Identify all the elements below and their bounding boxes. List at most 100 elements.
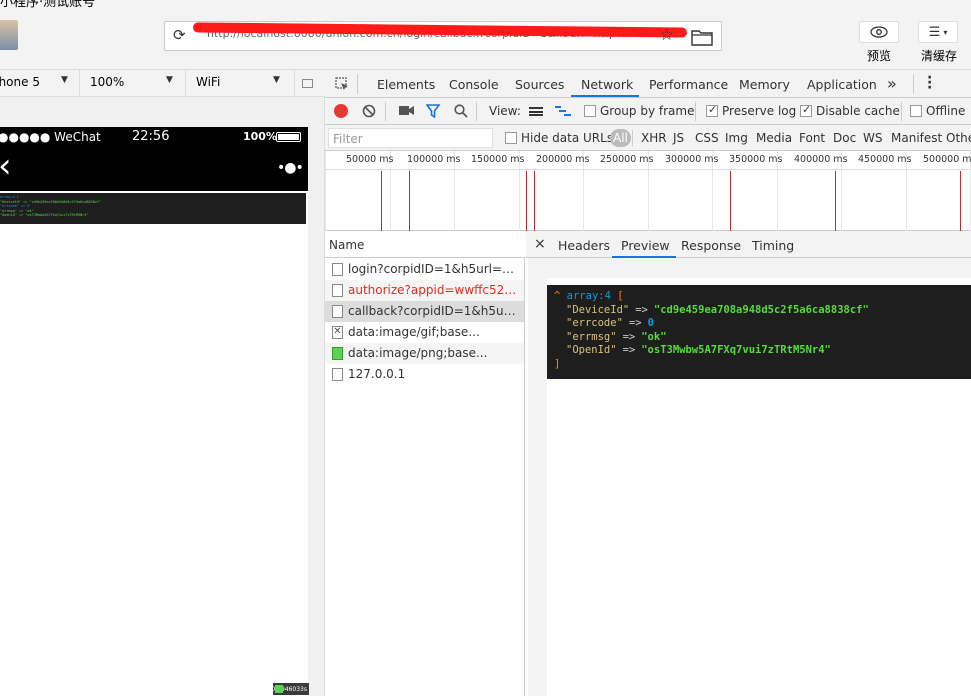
filter-input[interactable]: Filter xyxy=(328,128,493,148)
divider xyxy=(632,130,633,146)
tab-memory[interactable]: Memory xyxy=(739,77,790,92)
carrier-text: ●●●●● WeChat xyxy=(0,130,101,144)
kebab-menu-icon[interactable]: · · · xyxy=(927,71,932,95)
request-name: 127.0.0.1 xyxy=(348,367,406,381)
folder-icon[interactable] xyxy=(691,28,713,46)
clear-cache-label: 清缓存 xyxy=(921,49,958,63)
avatar[interactable] xyxy=(0,20,18,50)
var-dump-output[interactable]: ^ array:4 [ "DeviceId" => "cd9e459ea708a94… xyxy=(547,285,971,379)
waterfall-icon[interactable] xyxy=(555,105,572,118)
request-marker xyxy=(381,171,382,231)
devtools-tabbar: Elements Console Sources Network Perform… xyxy=(325,70,971,98)
window-icon[interactable] xyxy=(302,79,313,88)
request-row[interactable]: 127.0.0.1 xyxy=(325,364,524,385)
preserve-log-checkbox[interactable]: Preserve log xyxy=(706,103,796,118)
filter-type-xhr[interactable]: XHR xyxy=(641,131,667,145)
filter-type-img[interactable]: Img xyxy=(725,131,748,145)
chevron-down-icon[interactable]: ▼ xyxy=(273,75,280,85)
filter-type-media[interactable]: Media xyxy=(756,131,792,145)
tab-preview[interactable]: Preview xyxy=(621,238,670,253)
filter-bar: Filter Hide data URLs All XHR JS CSS Img… xyxy=(325,125,971,151)
preview-button[interactable] xyxy=(859,21,899,43)
request-marker xyxy=(409,171,410,231)
timeline-tick: 100000 ms xyxy=(407,154,461,165)
collapse-caret-icon[interactable]: ^ xyxy=(554,290,560,302)
dump-key: "errcode" xyxy=(566,317,623,329)
clear-icon[interactable] xyxy=(362,104,376,118)
dump-arrow: => xyxy=(628,317,642,329)
hide-data-urls-label: Hide data URLs xyxy=(521,131,614,145)
name-column-header[interactable]: Name xyxy=(329,238,364,252)
group-by-frame-checkbox[interactable]: Group by frame xyxy=(584,104,694,118)
more-tabs-icon[interactable]: » xyxy=(887,74,897,93)
request-row-selected[interactable]: callback?corpidID=1&h5url=h... xyxy=(325,301,524,322)
offline-label: Offline xyxy=(926,104,966,118)
tab-network[interactable]: Network xyxy=(581,77,633,92)
tab-application[interactable]: Application xyxy=(807,77,877,92)
filter-type-other[interactable]: Other xyxy=(946,131,971,145)
divider xyxy=(294,70,295,97)
request-marker xyxy=(730,171,731,231)
timeline-tick: 250000 ms xyxy=(600,154,654,165)
divider xyxy=(913,74,914,94)
close-icon[interactable]: × xyxy=(534,236,546,252)
search-icon[interactable] xyxy=(454,104,468,118)
timeline-tick: 50000 ms xyxy=(346,154,394,165)
filter-type-ws[interactable]: WS xyxy=(863,131,882,145)
layers-icon: ☰ xyxy=(928,24,941,40)
more-icon[interactable]: •●• xyxy=(277,160,304,176)
device-toolbar: iPhone 5 ▼ 100% ▼ WiFi ▼ xyxy=(0,70,325,97)
tab-sources[interactable]: Sources xyxy=(515,77,564,92)
filter-type-font[interactable]: Font xyxy=(799,131,825,145)
request-name: login?corpidID=1&h5url=http:... xyxy=(348,262,520,276)
status-bar: ●●●●● WeChat 22:56 100% xyxy=(0,127,308,147)
disable-cache-label: Disable cache xyxy=(816,104,900,118)
refresh-icon[interactable]: ⟳ xyxy=(173,26,186,44)
timeline-tick: 400000 ms xyxy=(794,154,848,165)
disable-cache-checkbox[interactable]: Disable cache xyxy=(800,103,900,118)
preview-content: ^ array:4 [ "DeviceId" => "cd9e459ea708a94… xyxy=(547,278,971,696)
filter-type-all[interactable]: All xyxy=(610,129,631,147)
zoom-select[interactable]: 100% xyxy=(90,75,124,89)
close-bracket: ] xyxy=(554,357,561,370)
tab-headers[interactable]: Headers xyxy=(558,238,610,253)
dump-row: "OpenId" => "osT3Mwbw5A7FXq7vui7zTRtM5Nr4" xyxy=(554,344,964,358)
camera-icon[interactable] xyxy=(399,105,414,116)
filter-type-doc[interactable]: Doc xyxy=(833,131,856,145)
timeline-overview[interactable]: 50000 ms 100000 ms 150000 ms 200000 ms 2… xyxy=(325,151,971,231)
tab-console[interactable]: Console xyxy=(449,77,499,92)
filter-type-manifest[interactable]: Manifest xyxy=(891,131,942,145)
dump-key: "errmsg" xyxy=(566,330,617,343)
hide-data-urls-checkbox[interactable]: Hide data URLs xyxy=(505,131,613,145)
network-select[interactable]: WiFi xyxy=(196,75,220,89)
star-icon[interactable]: ☆ xyxy=(659,25,674,45)
request-list-header[interactable]: Name xyxy=(325,231,525,258)
filter-type-js[interactable]: JS xyxy=(673,131,684,145)
tab-response[interactable]: Response xyxy=(681,238,741,253)
record-icon[interactable] xyxy=(334,104,348,118)
tab-elements[interactable]: Elements xyxy=(377,77,435,92)
large-rows-icon[interactable] xyxy=(529,107,543,116)
clear-cache-button[interactable]: ☰ ▾ xyxy=(918,21,958,43)
preview-pane: ^ array:4 [ "DeviceId" => "cd9e459ea708a94… xyxy=(528,258,971,696)
request-row[interactable]: login?corpidID=1&h5url=http:... xyxy=(325,259,524,280)
tab-timing[interactable]: Timing xyxy=(752,238,794,253)
filter-icon[interactable] xyxy=(426,104,440,118)
document-icon xyxy=(332,305,343,318)
url-bar[interactable]: ⟳ http://localhost:8080/union.com.cn/log… xyxy=(164,21,722,51)
chevron-down-icon[interactable]: ▼ xyxy=(166,75,173,85)
filter-type-css[interactable]: CSS xyxy=(695,131,719,145)
tab-performance[interactable]: Performance xyxy=(649,77,728,92)
dump-key: "DeviceId" xyxy=(566,303,630,316)
request-row[interactable]: ✕ data:image/gif;base... xyxy=(325,322,524,343)
grid-line xyxy=(325,151,326,231)
document-icon xyxy=(332,263,343,276)
request-row[interactable]: authorize?appid=wwffc525091... xyxy=(325,280,524,301)
view-label: View: xyxy=(489,104,521,118)
inspect-icon[interactable] xyxy=(335,77,349,91)
back-icon[interactable]: ‹ xyxy=(0,149,12,183)
device-select[interactable]: iPhone 5 xyxy=(0,75,40,89)
chevron-down-icon[interactable]: ▼ xyxy=(61,75,68,85)
request-row[interactable]: data:image/png;base... xyxy=(325,343,524,364)
offline-checkbox[interactable]: Offline xyxy=(910,104,965,118)
